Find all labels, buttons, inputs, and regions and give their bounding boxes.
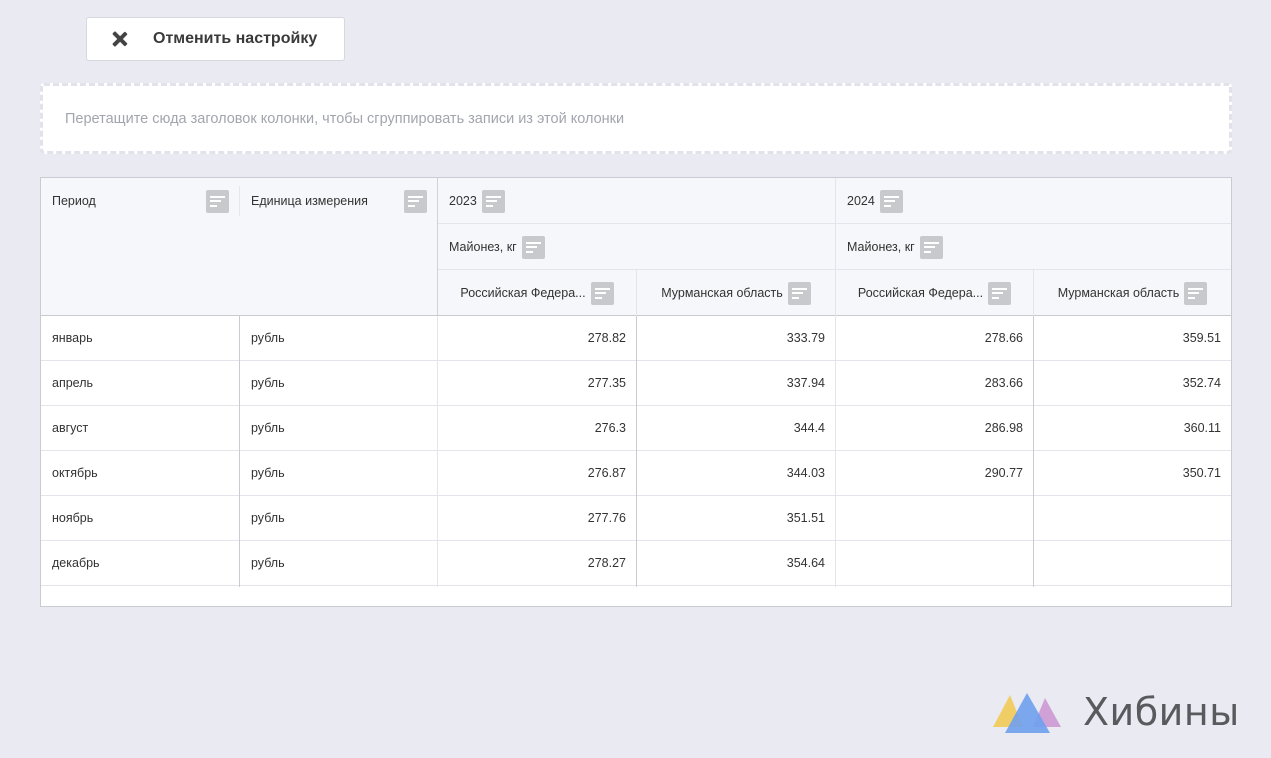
table-cell-v3: 278.66 <box>984 331 1023 345</box>
column-header-region-label: Мурманская область <box>661 286 783 300</box>
column-divider <box>636 316 637 587</box>
table-cell-v3 <box>836 541 1033 585</box>
filter-icon[interactable] <box>521 235 545 259</box>
table-cell-period: декабрь <box>52 556 100 570</box>
table-cell-v2: 351.51 <box>786 511 825 525</box>
table-cell-period: октябрь <box>52 466 98 480</box>
column-header-product-2023-label: Майонез, кг <box>449 240 517 254</box>
column-divider <box>239 316 240 587</box>
cancel-settings-label: Отменить настройку <box>153 30 318 47</box>
column-header-region-2023-rf[interactable]: Российская Федера... <box>438 270 636 316</box>
table-cell-period: август <box>52 421 89 435</box>
table-cell-period: январь <box>52 331 93 345</box>
header-divider <box>1033 270 1034 316</box>
filter-icon[interactable] <box>481 189 505 213</box>
header-divider <box>437 178 438 316</box>
filter-icon[interactable] <box>787 281 811 305</box>
table-cell-v4 <box>1034 496 1231 540</box>
table-cell-unit: рубль <box>251 331 285 345</box>
filter-icon[interactable] <box>879 189 903 213</box>
khibiny-logo-mark <box>993 693 1061 733</box>
khibiny-logo: Хибины <box>993 690 1240 735</box>
table-cell-v1: 278.82 <box>587 331 626 345</box>
column-header-product-2023[interactable]: Майонез, кг <box>438 224 835 270</box>
table-cell-v1: 278.27 <box>587 556 626 570</box>
table-cell-v1: 276.87 <box>587 466 626 480</box>
header-divider <box>438 269 1231 270</box>
cancel-settings-button[interactable]: Отменить настройку <box>86 17 345 61</box>
column-header-year-2024-label: 2024 <box>847 194 875 208</box>
column-header-product-2024-label: Майонез, кг <box>847 240 915 254</box>
column-divider <box>1033 316 1034 587</box>
column-header-year-2023-label: 2023 <box>449 194 477 208</box>
column-header-year-2024[interactable]: 2024 <box>836 178 1231 224</box>
table-cell-v3: 283.66 <box>984 376 1023 390</box>
column-header-region-2023-murmansk[interactable]: Мурманская область <box>637 270 835 316</box>
filter-icon[interactable] <box>404 189 427 213</box>
close-icon <box>111 30 129 48</box>
table-cell-unit: рубль <box>251 421 285 435</box>
table-cell-v4 <box>1034 541 1231 585</box>
filter-icon[interactable] <box>206 189 229 213</box>
group-drop-zone[interactable]: Перетащите сюда заголовок колонки, чтобы… <box>40 83 1232 154</box>
column-divider <box>437 316 438 587</box>
column-header-region-2024-rf[interactable]: Российская Федера... <box>836 270 1033 316</box>
table-cell-v2: 333.79 <box>786 331 825 345</box>
table-cell-v2: 344.4 <box>793 421 825 435</box>
column-header-region-label: Мурманская область <box>1057 286 1180 300</box>
table-cell-v3: 290.77 <box>984 466 1023 480</box>
table-cell-v3 <box>836 496 1033 540</box>
grid-header: Период Единица измерения 2023 2024 Майон… <box>41 178 1231 316</box>
header-divider <box>438 223 1231 224</box>
table-cell-v4: 350.71 <box>1182 466 1221 480</box>
table-cell-v3: 286.98 <box>984 421 1023 435</box>
header-divider <box>835 178 836 316</box>
data-grid: Период Единица измерения 2023 2024 Майон… <box>40 177 1232 607</box>
filter-icon[interactable] <box>919 235 943 259</box>
table-cell-unit: рубль <box>251 511 285 525</box>
column-header-product-2024[interactable]: Майонез, кг <box>836 224 1231 270</box>
table-cell-v2: 344.03 <box>786 466 825 480</box>
table-cell-v1: 276.3 <box>594 421 626 435</box>
filter-icon[interactable] <box>1184 281 1208 305</box>
filter-icon[interactable] <box>988 281 1012 305</box>
column-divider <box>835 316 836 587</box>
header-divider <box>239 186 240 216</box>
table-cell-v4: 352.74 <box>1182 376 1221 390</box>
column-header-year-2023[interactable]: 2023 <box>438 178 835 224</box>
table-cell-v1: 277.76 <box>587 511 626 525</box>
table-cell-v2: 354.64 <box>786 556 825 570</box>
table-cell-period: ноябрь <box>52 511 94 525</box>
column-header-region-2024-murmansk[interactable]: Мурманская область <box>1034 270 1231 316</box>
table-cell-period: апрель <box>52 376 94 390</box>
column-header-period-label: Период <box>52 194 96 208</box>
table-cell-unit: рубль <box>251 466 285 480</box>
column-header-unit[interactable]: Единица измерения <box>240 178 437 224</box>
header-divider <box>636 270 637 316</box>
khibiny-logo-text: Хибины <box>1083 690 1240 734</box>
table-cell-v4: 359.51 <box>1182 331 1221 345</box>
filter-icon[interactable] <box>590 281 614 305</box>
table-cell-v4: 360.11 <box>1183 421 1221 435</box>
column-header-period[interactable]: Период <box>41 178 239 224</box>
column-header-region-label: Российская Федера... <box>460 286 586 300</box>
group-drop-zone-hint: Перетащите сюда заголовок колонки, чтобы… <box>65 110 625 127</box>
table-cell-unit: рубль <box>251 556 285 570</box>
table-cell-v1: 277.35 <box>587 376 626 390</box>
column-header-region-label: Российская Федера... <box>857 286 984 300</box>
table-cell-v2: 337.94 <box>786 376 825 390</box>
table-cell-unit: рубль <box>251 376 285 390</box>
column-header-unit-label: Единица измерения <box>251 194 368 208</box>
